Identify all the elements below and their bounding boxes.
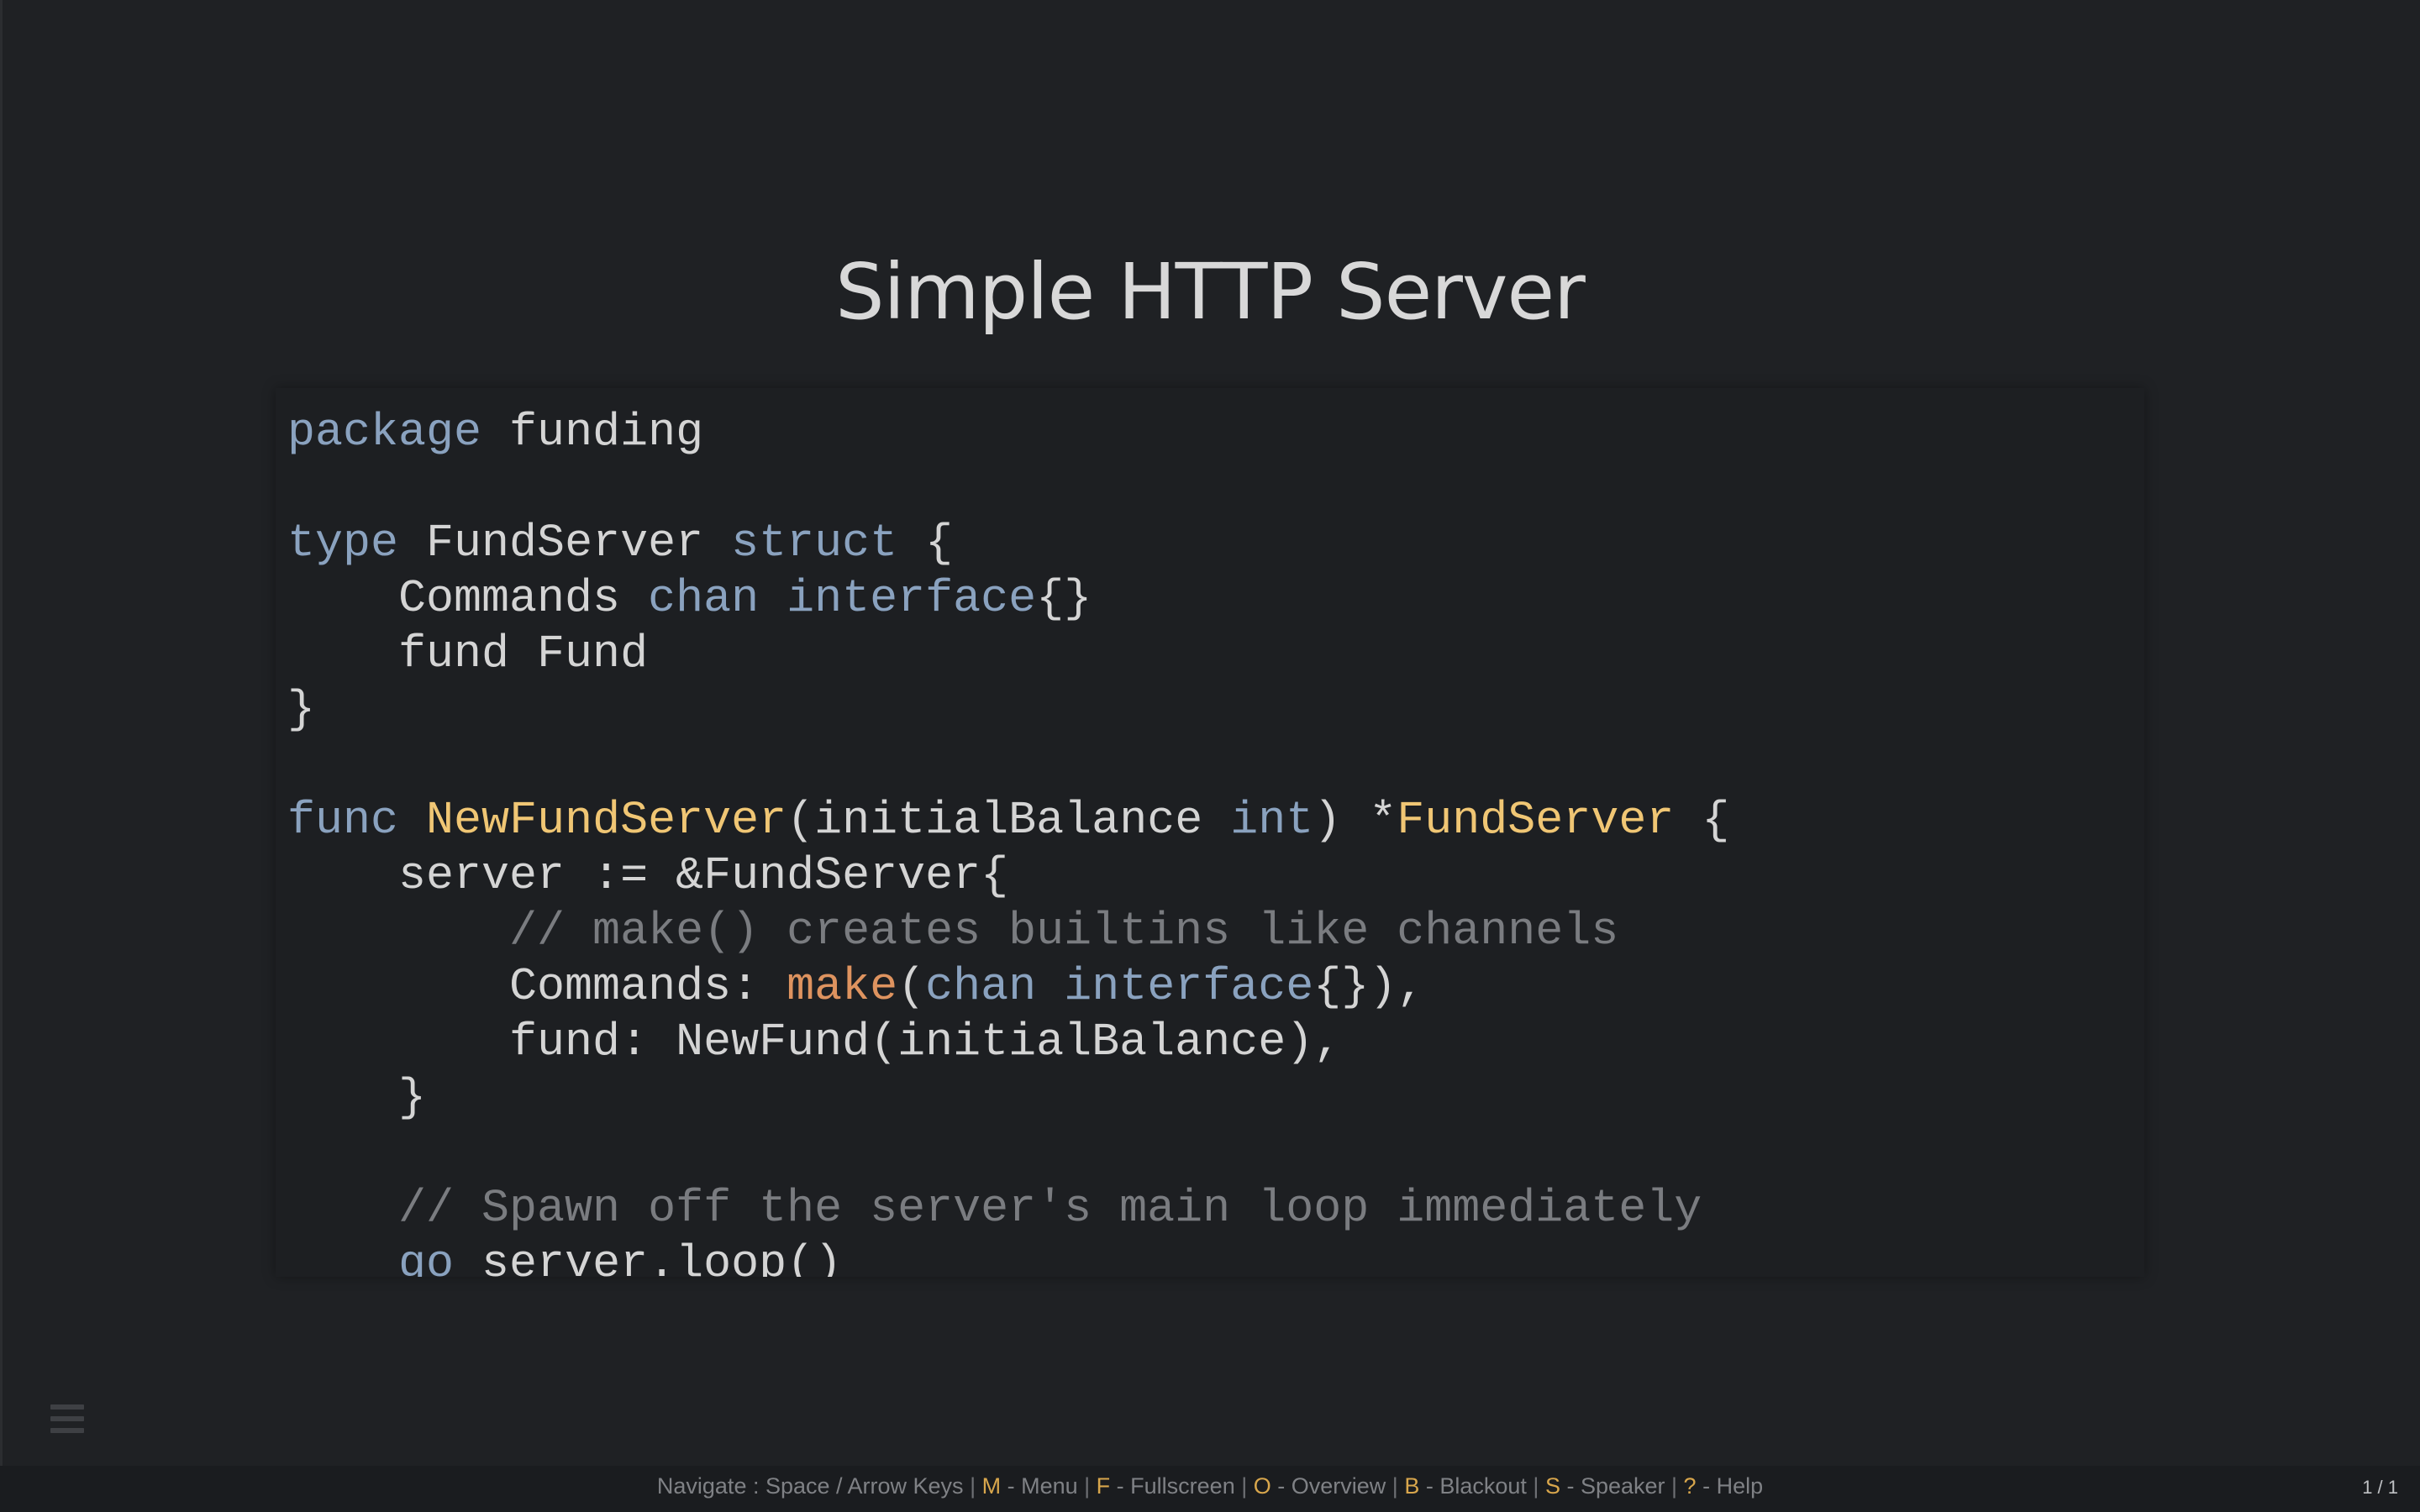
code-token: Commands: — [287, 960, 787, 1013]
code-line: fund Fund — [287, 627, 1729, 682]
code-token: server := &FundServer{ — [287, 849, 1009, 902]
help-key: ? — [1683, 1473, 1697, 1499]
help-text: Navigate : Space / Arrow Keys — [656, 1473, 964, 1499]
code-token: interface — [786, 572, 1037, 625]
help-text: - Speaker — [1560, 1473, 1665, 1499]
code-line: type FundServer struct { — [287, 516, 1729, 571]
help-key: S — [1544, 1473, 1560, 1499]
code-token: funding — [481, 406, 704, 459]
code-token: ( — [897, 960, 926, 1013]
help-bar: Navigate : Space / Arrow Keys | M - Menu… — [0, 1466, 2420, 1512]
code-token: go — [398, 1237, 455, 1277]
code-line: // Spawn off the server's main loop imme… — [287, 1181, 1729, 1236]
code-token: } — [287, 683, 316, 736]
code-line: package funding — [287, 405, 1729, 460]
help-text: - Fullscreen — [1110, 1473, 1235, 1499]
help-text: - Help — [1696, 1473, 1764, 1499]
code-token: {} — [1036, 572, 1092, 625]
code-token: server.loop() — [454, 1237, 843, 1277]
help-text: - Blackout — [1419, 1473, 1527, 1499]
code-line: Commands chan interface{} — [287, 571, 1729, 627]
code-token: func — [287, 794, 399, 847]
code-token: type — [287, 517, 399, 570]
code-token: interface — [1064, 960, 1314, 1013]
code-token: make — [786, 960, 898, 1013]
help-separator: | — [1386, 1473, 1405, 1499]
help-separator: | — [963, 1473, 982, 1499]
code-token: // make() creates builtins like channels — [287, 905, 1619, 958]
code-token: Commands — [287, 572, 649, 625]
code-token: // Spawn off the server's main loop imme… — [287, 1182, 1702, 1235]
code-token: int — [1230, 794, 1314, 847]
slide-number: 1 / 1 — [2362, 1477, 2398, 1498]
help-key: O — [1253, 1473, 1271, 1499]
help-key: F — [1096, 1473, 1111, 1499]
code-token: chan — [925, 960, 1037, 1013]
code-line: func NewFundServer(initialBalance int) *… — [287, 793, 1729, 848]
code-token: fund: NewFund(initialBalance), — [287, 1016, 1342, 1068]
slide-title: Simple HTTP Server — [835, 247, 1586, 337]
code-token: struct — [731, 517, 898, 570]
code-token: package — [287, 406, 482, 459]
code-block[interactable]: package funding type FundServer struct { … — [276, 388, 2144, 1277]
help-text: - Menu — [1001, 1473, 1078, 1499]
code-token: {}), — [1313, 960, 1425, 1013]
code-token: ) * — [1313, 794, 1397, 847]
code-token: NewFundServer — [426, 794, 787, 847]
code-line: fund: NewFund(initialBalance), — [287, 1015, 1729, 1070]
help-text: - Overview — [1270, 1473, 1386, 1499]
code-token: FundServer — [1397, 794, 1675, 847]
hamburger-menu-icon[interactable] — [50, 1404, 84, 1433]
code-line: // make() creates builtins like channels — [287, 904, 1729, 959]
code-token: fund Fund — [287, 627, 649, 680]
code-content: package funding type FundServer struct { … — [287, 405, 1729, 1277]
code-token: (initialBalance — [786, 794, 1231, 847]
code-line: Commands: make(chan interface{}), — [287, 959, 1729, 1015]
help-separator: | — [1526, 1473, 1545, 1499]
help-separator: | — [1077, 1473, 1097, 1499]
code-token: { — [1674, 794, 1730, 847]
code-line: } — [287, 1070, 1729, 1126]
code-line: server := &FundServer{ — [287, 848, 1729, 904]
code-token: } — [287, 1071, 427, 1124]
help-key: B — [1404, 1473, 1420, 1499]
code-line: go server.loop() — [287, 1236, 1729, 1277]
help-key: M — [981, 1473, 1002, 1499]
help-separator: | — [1234, 1473, 1254, 1499]
code-token: { — [897, 517, 954, 570]
code-token: chan — [648, 572, 760, 625]
window-left-edge — [0, 0, 3, 1512]
code-line: } — [287, 682, 1729, 738]
help-separator: | — [1665, 1473, 1684, 1499]
code-token: FundServer — [398, 517, 732, 570]
